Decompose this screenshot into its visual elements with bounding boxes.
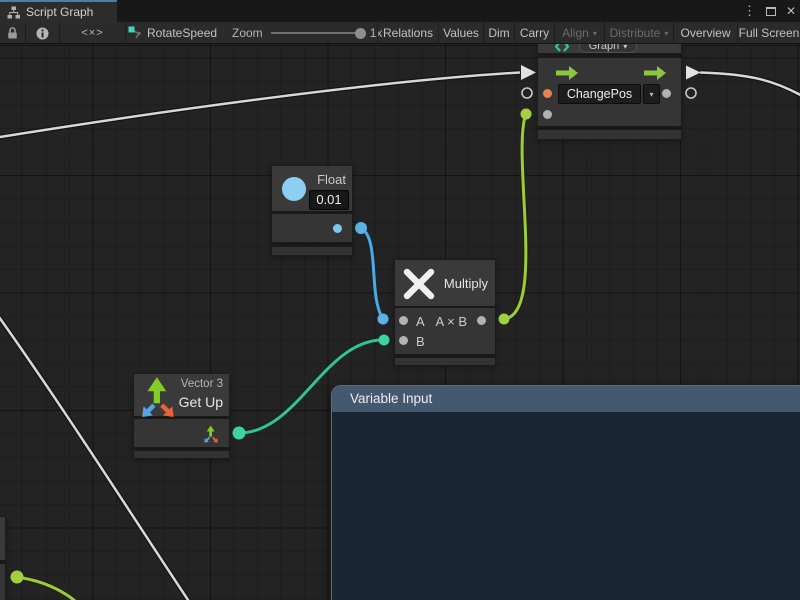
vector3-node-footer[interactable] [133, 450, 230, 459]
graph-breadcrumb-label: RotateSpeed [147, 26, 217, 40]
float-node-footer[interactable] [271, 246, 353, 256]
multiply-b-label: B [416, 334, 425, 349]
variable-output-port[interactable] [662, 89, 671, 98]
window-maximize-button[interactable] [766, 7, 776, 16]
group-panel-body[interactable] [332, 412, 800, 600]
flow-arrowhead-in [521, 65, 536, 80]
multiply-a-port[interactable] [399, 316, 408, 325]
result-wire-end-dot [521, 109, 532, 120]
lock-button[interactable] [0, 22, 26, 44]
multiply-node-header[interactable]: Multiply [394, 259, 496, 307]
dim-button[interactable]: Dim [483, 22, 514, 44]
float-wire-start-dot [355, 222, 367, 234]
graph-breadcrumb-icon [128, 26, 142, 40]
script-graph-window: Variable Input Graph▾ ChangePos ▾ Float … [0, 0, 800, 600]
lock-icon [7, 27, 18, 39]
flow-wire-in-outline [0, 73, 520, 139]
code-view-icon: <×> [81, 27, 103, 39]
distribute-menu-button[interactable]: Distribute ▾ [604, 22, 673, 44]
group-panel-header[interactable]: Variable Input [332, 386, 800, 412]
multiply-node-title: Multiply [444, 276, 488, 291]
bottom-green-wire-dot [11, 571, 24, 584]
relations-button[interactable]: Relations [377, 22, 438, 44]
float-node-header[interactable]: Float 0.01 [271, 165, 353, 212]
graph-toolbar: <×> RotateSpeed Zoom 1x Relations V [0, 22, 800, 44]
vector3-node-body[interactable] [133, 418, 230, 448]
top-bar: Script Graph ⋮ ✕ [0, 0, 800, 44]
vector3-node-header[interactable]: Vector 3 Get Up [133, 373, 230, 417]
float-output-port[interactable] [333, 224, 342, 233]
tab-title: Script Graph [26, 5, 93, 19]
outer-port-ring-right[interactable] [686, 88, 696, 98]
graph-breadcrumb[interactable]: RotateSpeed [128, 22, 217, 44]
zoom-slider-track[interactable] [271, 32, 360, 34]
vector3-icon [140, 376, 180, 418]
zoom-control: Zoom 1x [232, 22, 382, 44]
zoom-label: Zoom [232, 26, 263, 40]
multiply-x-icon [402, 267, 436, 301]
float-wire-end-dot [378, 314, 389, 325]
window-close-button[interactable]: ✕ [786, 4, 796, 18]
offscreen-node-header[interactable] [0, 516, 6, 561]
chevron-down-icon: ▾ [593, 29, 597, 38]
script-graph-icon [7, 6, 20, 19]
vector-wire-end-dot [379, 335, 390, 346]
overview-button[interactable]: Overview [673, 22, 737, 44]
tab-bar: Script Graph ⋮ ✕ [0, 0, 800, 22]
flow-in-arrow-icon[interactable] [556, 66, 578, 80]
set-variable-node-footer[interactable] [537, 129, 682, 140]
zoom-slider-handle[interactable] [355, 28, 366, 39]
float-node-body[interactable] [271, 213, 353, 243]
multiply-a-label: A [416, 314, 425, 329]
distribute-label: Distribute [610, 26, 661, 40]
vector3-type-label: Vector 3 [181, 378, 223, 390]
multiply-node-body[interactable]: A A × B B [394, 307, 496, 355]
float-wire-outline [361, 228, 383, 319]
offscreen-node-body[interactable] [0, 563, 6, 600]
tab-script-graph[interactable]: Script Graph [0, 0, 117, 22]
variable-name-dropdown-arrow[interactable]: ▾ [643, 84, 660, 104]
toolbar-buttons: Relations Values Dim Carry Align ▾ Distr… [377, 22, 800, 44]
multiply-out-label: A × B [436, 314, 467, 329]
float-value-input[interactable]: 0.01 [309, 190, 349, 210]
info-button[interactable] [26, 22, 60, 44]
vector-wire-start-dot [233, 427, 246, 440]
flow-arrowhead-out [686, 66, 701, 80]
align-menu-button[interactable]: Align ▾ [554, 22, 604, 44]
variable-name-port[interactable] [543, 89, 552, 98]
flow-wire-in[interactable] [0, 73, 520, 139]
variable-name-dropdown[interactable]: ChangePos [558, 84, 641, 104]
flow-out-arrow-icon[interactable] [644, 66, 666, 80]
code-view-button[interactable]: <×> [60, 22, 126, 44]
variable-value-port[interactable] [543, 110, 552, 119]
vector3-output-port[interactable] [203, 425, 221, 443]
carry-button[interactable]: Carry [514, 22, 554, 44]
chevron-down-icon: ▾ [664, 29, 668, 38]
group-panel: Variable Input [331, 385, 800, 600]
info-icon [36, 27, 49, 40]
multiply-b-port[interactable] [399, 336, 408, 345]
outer-port-ring-left[interactable] [522, 88, 532, 98]
values-button[interactable]: Values [438, 22, 483, 44]
result-wire-start-dot [499, 314, 510, 325]
set-variable-node-body[interactable]: ChangePos ▾ [537, 57, 682, 127]
multiply-node-footer[interactable] [394, 357, 496, 366]
window-controls: ⋮ ✕ [743, 0, 796, 22]
float-node-title: Float [317, 172, 346, 187]
float-type-icon [282, 177, 306, 201]
align-label: Align [562, 26, 589, 40]
vector3-node-title: Get Up [179, 394, 223, 410]
bottom-green-wire[interactable] [17, 577, 98, 600]
full-screen-button[interactable]: Full Screen [737, 22, 800, 44]
multiply-out-port[interactable] [477, 316, 486, 325]
window-menu-button[interactable]: ⋮ [743, 3, 756, 19]
